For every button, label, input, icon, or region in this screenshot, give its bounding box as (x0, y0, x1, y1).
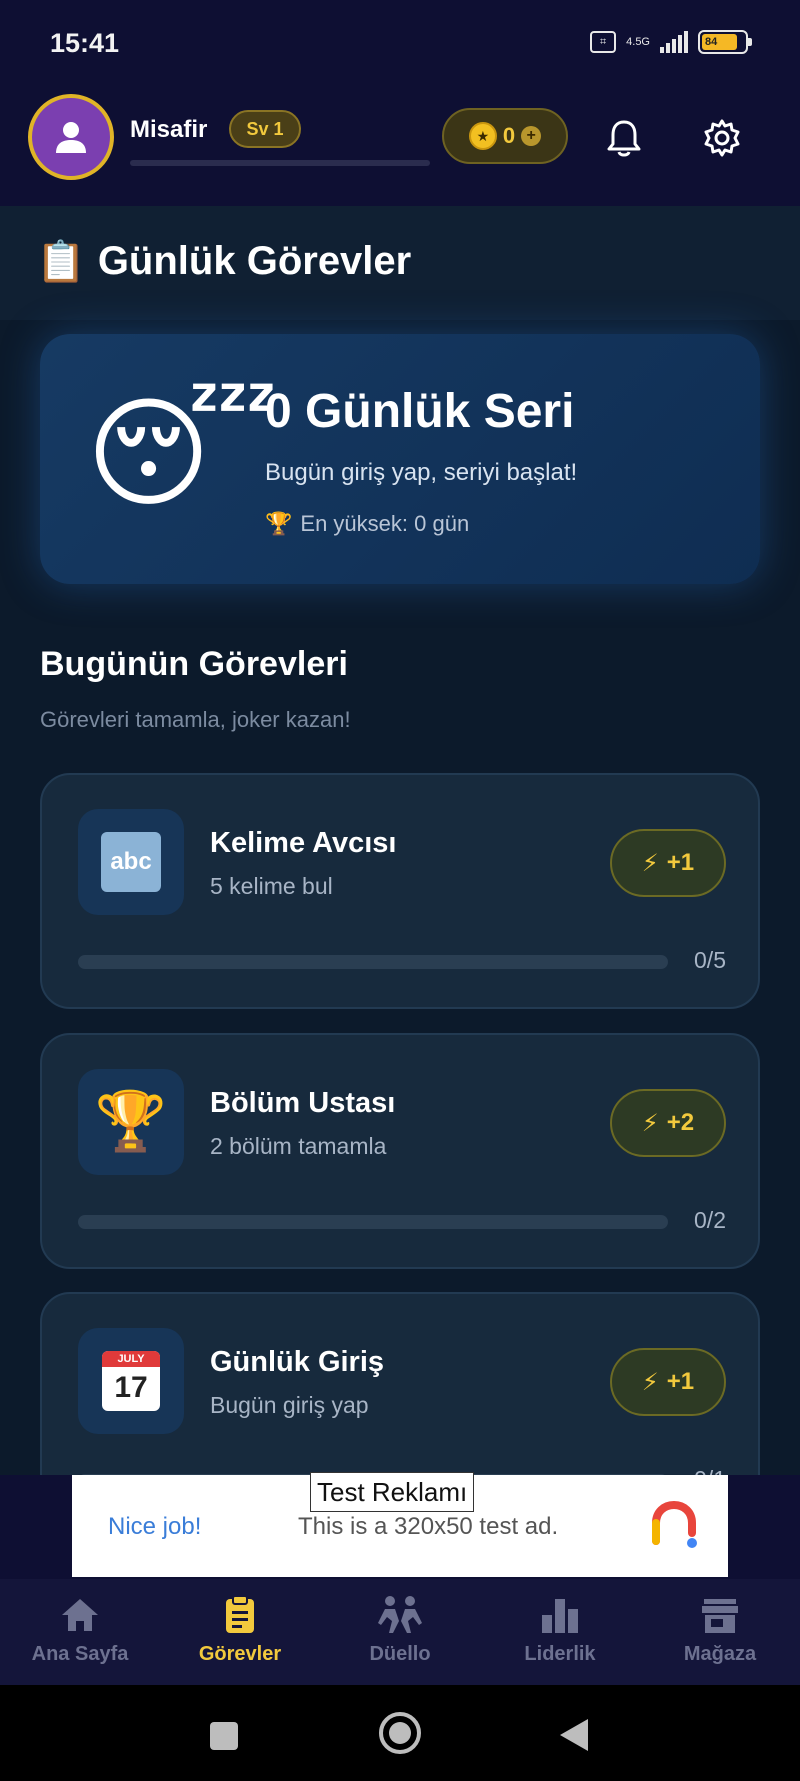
calendar-day: 17 (114, 1371, 148, 1404)
plus-icon: + (521, 126, 542, 146)
bell-icon (607, 120, 641, 157)
task-name: Günlük Giriş (210, 1346, 385, 1378)
nav-item-leaderboard[interactable]: Liderlik (480, 1579, 640, 1685)
nav-item-home[interactable]: Ana Sayfa (0, 1579, 160, 1685)
clipboard-icon (226, 1595, 254, 1633)
task-icon: JULY 17 (78, 1328, 184, 1434)
status-bar: 15:41 ⌗ 4.5G 84 (0, 0, 800, 90)
ad-strip: Nice job! This is a 320x50 test ad. Test… (0, 1472, 800, 1579)
coin-balance-button[interactable]: ★ 0 + (442, 108, 568, 164)
task-name: Bölüm Ustası (210, 1087, 396, 1119)
trophy-icon: 🏆 (265, 511, 293, 536)
task-card-word-hunter[interactable]: abc Kelime Avcısı 5 kelime bul ⚡ +1 0/5 (40, 773, 760, 1009)
reward-badge: ⚡ +1 (610, 829, 726, 897)
coin-count: 0 (502, 123, 516, 148)
task-name: Kelime Avcısı (210, 827, 397, 859)
lightning-icon: ⚡ (641, 1368, 659, 1396)
sim-icon: ⌗ (590, 31, 617, 53)
nav-item-duel[interactable]: Düello (320, 1579, 480, 1685)
streak-card: 😴 0 Günlük Seri Bugün giriş yap, seriyi … (40, 334, 760, 584)
leaderboard-icon (542, 1599, 578, 1633)
page-title: 📋 Günlük Görevler (36, 238, 411, 285)
reward-value: +2 (666, 1109, 695, 1136)
tasks-section-subtitle: Görevleri tamamla, joker kazan! (40, 707, 351, 732)
signal-icon (660, 31, 688, 53)
clipboard-icon: 📋 (36, 240, 86, 284)
status-time: 15:41 (50, 28, 120, 58)
task-icon: abc (78, 809, 184, 915)
trophy-icon: 🏆 (94, 1089, 168, 1154)
square-icon (210, 1722, 238, 1750)
gear-icon (704, 119, 740, 157)
task-icon: 🏆 (78, 1069, 184, 1175)
page-title-bar: 📋 Günlük Görevler (0, 206, 800, 320)
battery-icon: 84 (698, 30, 752, 54)
calendar-month: JULY (102, 1351, 160, 1367)
nav-label: Görevler (198, 1643, 282, 1665)
notifications-button[interactable] (596, 110, 652, 166)
reward-badge: ⚡ +1 (610, 1348, 726, 1416)
nav-label: Ana Sayfa (31, 1643, 129, 1665)
calendar-icon: JULY 17 (102, 1351, 160, 1411)
page-title-text: Günlük Görevler (97, 239, 412, 283)
task-desc: Bugün giriş yap (210, 1392, 369, 1418)
lightning-icon: ⚡ (641, 1109, 659, 1137)
avatar[interactable] (28, 94, 114, 180)
task-progress-bar (78, 1215, 668, 1229)
battery-level: 84 (702, 34, 738, 50)
coin-icon: ★ (468, 122, 497, 150)
streak-best-text: En yüksek: 0 gün (300, 511, 470, 536)
streak-title: 0 Günlük Seri (265, 385, 575, 438)
reward-value: +1 (666, 1368, 695, 1395)
sleeping-face-icon: 😴 (86, 387, 279, 521)
network-label: 4.5G (626, 35, 650, 48)
user-icon (56, 122, 86, 153)
duel-icon (378, 1596, 422, 1633)
home-button[interactable] (376, 1709, 424, 1762)
task-desc: 5 kelime bul (210, 873, 333, 899)
nav-label: Mağaza (683, 1643, 757, 1665)
settings-button[interactable] (694, 110, 750, 166)
recent-apps-button[interactable] (208, 1721, 240, 1756)
ad-label: Test Reklamı (310, 1472, 475, 1512)
task-desc: 2 bölüm tamamla (210, 1133, 387, 1159)
reward-badge: ⚡ +2 (610, 1089, 726, 1157)
app-header: Misafir Sv 1 ★ 0 + (0, 90, 800, 206)
store-icon (702, 1599, 738, 1633)
task-progress-bar (78, 955, 668, 969)
reward-value: +1 (666, 849, 695, 876)
nav-item-store[interactable]: Mağaza (640, 1579, 800, 1685)
back-button[interactable] (558, 1717, 590, 1758)
status-icons: ⌗ 4.5G 84 (590, 30, 752, 54)
home-icon (62, 1599, 98, 1631)
task-progress-text: 0/5 (694, 947, 726, 973)
bottom-nav: Ana Sayfa Görevler Düello Liderlik Mağaz… (0, 1579, 800, 1685)
lightning-icon: ⚡ (641, 849, 659, 877)
streak-subtitle: Bugün giriş yap, seriyi başlat! (265, 459, 578, 486)
task-card-chapter-master[interactable]: 🏆 Bölüm Ustası 2 bölüm tamamla ⚡ +2 0/2 (40, 1033, 760, 1269)
ad-nice-text: Nice job! (108, 1513, 202, 1540)
username: Misafir (130, 116, 208, 143)
system-nav-bar (0, 1685, 800, 1781)
task-progress-text: 0/2 (694, 1207, 726, 1233)
nav-item-tasks[interactable]: Görevler (160, 1579, 320, 1685)
abc-icon: abc (101, 832, 161, 892)
tasks-section-title: Bugünün Görevleri (40, 645, 348, 683)
level-badge: Sv 1 (229, 110, 301, 148)
triangle-back-icon (560, 1719, 588, 1751)
streak-best: 🏆 En yüksek: 0 gün (265, 511, 469, 537)
nav-label: Liderlik (524, 1643, 596, 1665)
circle-icon (379, 1712, 421, 1754)
nav-label: Düello (369, 1643, 431, 1665)
ad-text: This is a 320x50 test ad. (298, 1513, 559, 1540)
ad-logo-icon (652, 1500, 697, 1548)
xp-progress-bar (130, 160, 430, 166)
